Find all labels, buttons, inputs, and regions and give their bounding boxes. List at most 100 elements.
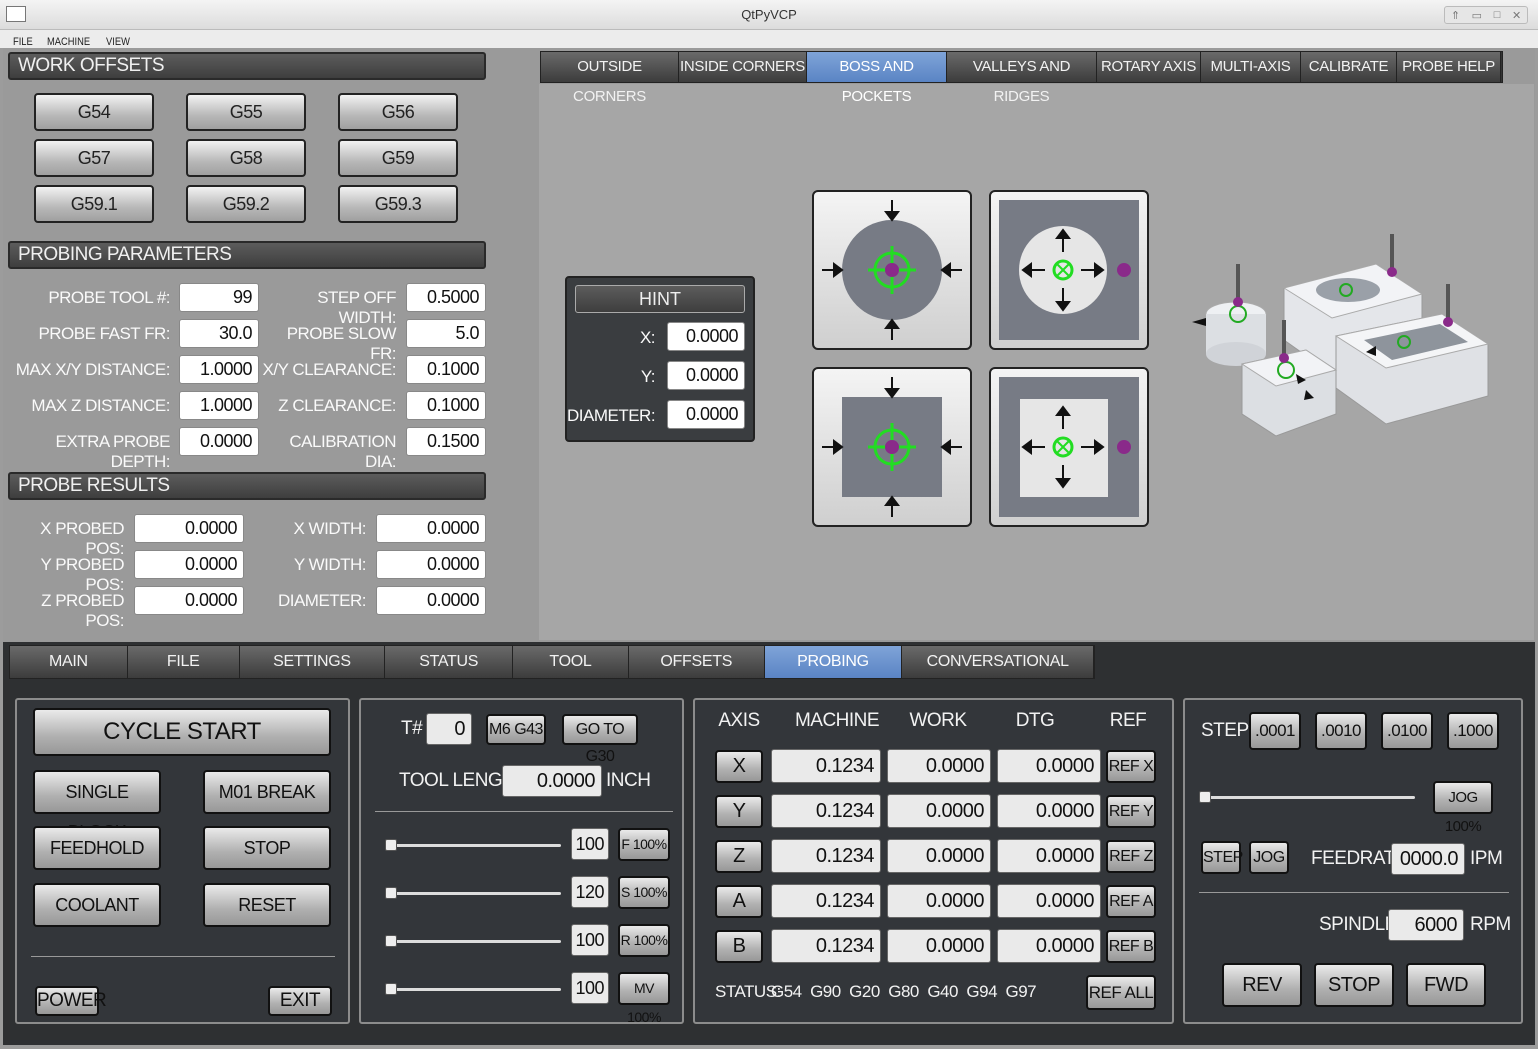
result-field[interactable]: 0.0000 xyxy=(134,586,244,615)
override-reset-button[interactable]: MV 100% xyxy=(618,972,670,1025)
minimize-icon[interactable]: ▭ xyxy=(1472,9,1482,22)
axis-b-button[interactable]: B xyxy=(715,930,763,963)
step-mode-button[interactable]: STEP xyxy=(1201,841,1243,874)
param-field[interactable]: 1.0000 xyxy=(179,355,259,384)
tool-number-field[interactable]: 0 xyxy=(426,713,472,745)
override-slider[interactable] xyxy=(385,935,561,947)
result-field[interactable]: 0.0000 xyxy=(134,550,244,579)
override-slider[interactable] xyxy=(385,839,561,851)
jog-speed-slider[interactable] xyxy=(1199,791,1415,803)
work-offset-g59-2-button[interactable]: G59.2 xyxy=(186,185,306,223)
probe-tab-outside-corners[interactable]: OUTSIDE CORNERS xyxy=(541,52,679,105)
override-slider[interactable] xyxy=(385,887,561,899)
menu-view[interactable]: VIEW xyxy=(106,36,130,48)
override-slider[interactable] xyxy=(385,983,561,995)
m6-g43-button[interactable]: M6 G43 xyxy=(486,714,546,745)
spindle-speed-field[interactable]: 6000 xyxy=(1388,909,1464,941)
main-tab-tool[interactable]: TOOL xyxy=(513,646,629,678)
ref-all-button[interactable]: REF ALL xyxy=(1086,975,1156,1010)
feedhold-button[interactable]: FEEDHOLD xyxy=(33,826,161,870)
work-offset-g59-3-button[interactable]: G59.3 xyxy=(338,185,458,223)
hint-x-field[interactable]: 0.0000 xyxy=(667,322,745,351)
main-tab-main[interactable]: MAIN xyxy=(10,646,128,678)
boss-circle-button[interactable] xyxy=(812,190,972,350)
override-reset-button[interactable]: F 100% xyxy=(618,828,670,861)
param-field[interactable]: 1.0000 xyxy=(179,391,259,420)
param-field[interactable]: 0.1000 xyxy=(406,355,486,384)
go-to-g30-button[interactable]: GO TO G30 xyxy=(562,714,638,765)
work-offset-g57-button[interactable]: G57 xyxy=(34,139,154,177)
main-tab-status[interactable]: STATUS xyxy=(385,646,514,678)
spindle-stop-button[interactable]: STOP xyxy=(1314,963,1394,1007)
override-slider-handle[interactable] xyxy=(385,935,397,947)
main-tab-probing[interactable]: PROBING xyxy=(764,646,903,678)
result-field[interactable]: 0.0000 xyxy=(376,514,486,543)
maximize-icon[interactable]: □ xyxy=(1494,9,1501,21)
probe-tab-multi-axis[interactable]: MULTI-AXIS xyxy=(1201,52,1301,82)
override-reset-button[interactable]: R 100% xyxy=(618,924,670,957)
work-pos-field[interactable]: 0.0000 xyxy=(887,794,991,828)
tool-length-field[interactable]: 0.0000 xyxy=(502,765,602,797)
axis-z-button[interactable]: Z xyxy=(715,840,763,873)
axis-y-button[interactable]: Y xyxy=(715,795,763,828)
close-icon[interactable]: ✕ xyxy=(1512,9,1521,22)
jog-100-button[interactable]: JOG 100% xyxy=(1433,781,1493,835)
result-field[interactable]: 0.0000 xyxy=(376,550,486,579)
up-icon[interactable]: ⇑ xyxy=(1451,9,1460,22)
work-offset-g59-1-button[interactable]: G59.1 xyxy=(34,185,154,223)
work-offset-g56-button[interactable]: G56 xyxy=(338,93,458,131)
work-pos-field[interactable]: 0.0000 xyxy=(887,884,991,918)
cycle-start-button[interactable]: CYCLE START xyxy=(33,708,331,756)
work-pos-field[interactable]: 0.0000 xyxy=(887,929,991,963)
axis-x-button[interactable]: X xyxy=(715,750,763,783)
probe-tab-probe-help[interactable]: PROBE HELP xyxy=(1397,52,1501,82)
result-field[interactable]: 0.0000 xyxy=(376,586,486,615)
param-field[interactable]: 0.1500 xyxy=(406,427,486,456)
param-field[interactable]: 30.0 xyxy=(179,319,259,348)
menu-file[interactable]: FILE xyxy=(13,36,33,48)
jog-step-button[interactable]: .1000 xyxy=(1447,712,1499,750)
jog-step-button[interactable]: .0100 xyxy=(1381,712,1433,750)
override-slider-handle[interactable] xyxy=(385,887,397,899)
spindle-rev-button[interactable]: REV xyxy=(1222,963,1302,1007)
override-slider-handle[interactable] xyxy=(385,839,397,851)
stop-button[interactable]: STOP xyxy=(203,826,331,870)
probe-tab-rotary-axis[interactable]: ROTARY AXIS xyxy=(1097,52,1201,82)
work-offset-g59-button[interactable]: G59 xyxy=(338,139,458,177)
pocket-rect-button[interactable] xyxy=(989,367,1149,527)
jog-mode-button[interactable]: JOG xyxy=(1249,841,1289,874)
param-field[interactable]: 5.0 xyxy=(406,319,486,348)
work-offset-g54-button[interactable]: G54 xyxy=(34,93,154,131)
feedrate-field[interactable]: 0000.0 xyxy=(1391,843,1465,875)
m01-break-button[interactable]: M01 BREAK xyxy=(203,770,331,814)
main-tab-offsets[interactable]: OFFSETS xyxy=(628,646,765,678)
axis-a-button[interactable]: A xyxy=(715,885,763,918)
param-field[interactable]: 0.1000 xyxy=(406,391,486,420)
coolant-button[interactable]: COOLANT xyxy=(33,883,161,927)
probe-tab-inside-corners[interactable]: INSIDE CORNERS xyxy=(679,52,807,82)
main-tab-file[interactable]: FILE xyxy=(127,646,240,678)
boss-rect-button[interactable] xyxy=(812,367,972,527)
ref-a-button[interactable]: REF A xyxy=(1106,885,1156,918)
reset-button[interactable]: RESET xyxy=(203,883,331,927)
ref-y-button[interactable]: REF Y xyxy=(1106,795,1156,828)
work-offset-g55-button[interactable]: G55 xyxy=(186,93,306,131)
jog-slider-handle[interactable] xyxy=(1199,791,1211,803)
work-offset-g58-button[interactable]: G58 xyxy=(186,139,306,177)
work-pos-field[interactable]: 0.0000 xyxy=(887,839,991,873)
ref-b-button[interactable]: REF B xyxy=(1106,930,1156,963)
ref-z-button[interactable]: REF Z xyxy=(1106,840,1156,873)
probe-tab-calibrate[interactable]: CALIBRATE xyxy=(1301,52,1397,82)
jog-step-button[interactable]: .0010 xyxy=(1315,712,1367,750)
ref-x-button[interactable]: REF X xyxy=(1106,750,1156,783)
param-field[interactable]: 99 xyxy=(179,283,259,312)
param-field[interactable]: 0.5000 xyxy=(406,283,486,312)
main-tab-conversational[interactable]: CONVERSATIONAL xyxy=(902,646,1094,678)
result-field[interactable]: 0.0000 xyxy=(134,514,244,543)
main-tab-settings[interactable]: SETTINGS xyxy=(239,646,386,678)
menu-machine[interactable]: MACHINE xyxy=(47,36,90,48)
spindle-fwd-button[interactable]: FWD xyxy=(1406,963,1486,1007)
hint-diameter-field[interactable]: 0.0000 xyxy=(667,400,745,429)
jog-step-button[interactable]: .0001 xyxy=(1249,712,1301,750)
hint-y-field[interactable]: 0.0000 xyxy=(667,361,745,390)
